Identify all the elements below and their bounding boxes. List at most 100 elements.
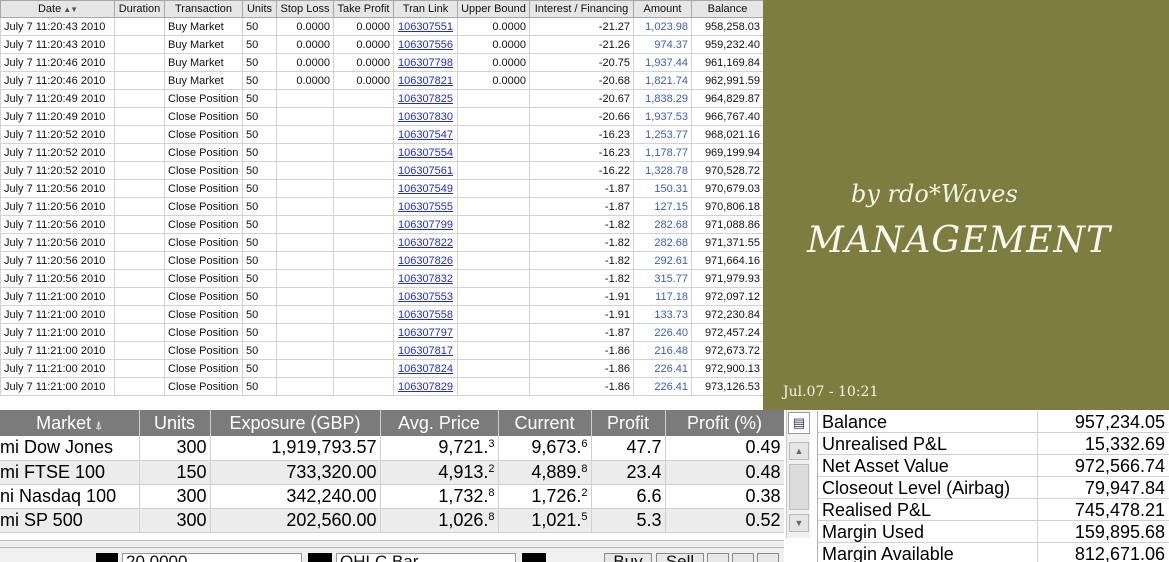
table-row[interactable]: July 7 11:20:43 2010 Buy Market 50 0.0000 0.… [0,17,763,36]
cell-take-profit: 0.0000 [333,17,394,36]
table-row[interactable]: July 7 11:21:00 2010 Close Position 50 1063… [0,359,763,378]
table-row[interactable]: July 7 11:20:52 2010 Close Position 50 1063… [0,161,763,180]
column-header-market[interactable]: Market ⍋ [0,410,140,436]
tran-link[interactable]: 106307558 [393,305,458,324]
scrollbar-thumb[interactable] [789,464,809,510]
cell-upper-bound: 0.0000 [457,71,530,90]
cell-stop-loss [276,359,334,378]
table-row[interactable]: July 7 11:20:49 2010 Close Position 50 1063… [0,89,763,108]
table-row[interactable]: July 7 11:20:46 2010 Buy Market 50 0.0000 0.… [0,53,763,72]
table-row[interactable]: July 7 11:20:46 2010 Buy Market 50 0.0000 0.… [0,71,763,90]
tran-link[interactable]: 106307799 [393,215,458,234]
tran-link[interactable]: 106307798 [393,53,458,72]
tran-link[interactable]: 106307553 [393,287,458,306]
column-header-profit-pct[interactable]: Profit (%) [665,410,784,436]
column-header-duration[interactable]: Duration [114,0,165,18]
tran-link[interactable]: 106307822 [393,233,458,252]
cell-amount: 974.37 [633,35,692,54]
toolbar-button[interactable] [732,553,754,562]
open-positions-table: Market ⍋ Units Exposure (GBP) Avg. Price … [0,410,784,536]
tran-link[interactable]: 106307826 [393,251,458,270]
positions-scrollbar[interactable]: ▤ ▲ ▼ [786,410,810,538]
cell-date: July 7 11:20:56 2010 [0,215,115,234]
toolbar-button[interactable] [707,553,729,562]
tran-link[interactable]: 106307556 [393,35,458,54]
table-row[interactable]: July 7 11:20:49 2010 Close Position 50 1063… [0,107,763,126]
column-header-exposure[interactable]: Exposure (GBP) [210,410,381,436]
tran-link[interactable]: 106307824 [393,359,458,378]
sort-indicator-icon[interactable]: ⍋ [95,418,102,432]
table-row[interactable]: July 7 11:21:00 2010 Close Position 50 1063… [0,341,763,360]
table-row[interactable]: July 7 11:20:52 2010 Close Position 50 1063… [0,125,763,144]
color-swatch[interactable] [308,553,332,562]
sort-arrows-icon[interactable]: ▲▼ [63,5,78,14]
amount-input[interactable]: 20.0000 [122,553,302,562]
cell-upper-bound [457,287,530,306]
table-row[interactable]: July 7 11:20:56 2010 Close Position 50 1063… [0,251,763,270]
tran-link[interactable]: 106307832 [393,269,458,288]
cell-units: 50 [242,107,277,126]
cell-units: 50 [242,269,277,288]
position-row[interactable]: mi FTSE 100 150 733,320.00 4,913.2 4,889.8 23… [0,460,784,485]
column-header-units[interactable]: Units [242,0,277,18]
cell-interest: -1.82 [529,215,634,234]
toolbar-button[interactable] [757,553,779,562]
column-header-take-profit[interactable]: Take Profit [333,0,394,18]
position-row[interactable]: mi SP 500 300 202,560.00 1,026.8 1,021.5 5.3 0… [0,508,784,533]
scroll-down-arrow-icon[interactable]: ▼ [789,514,809,532]
column-header-upper-bound[interactable]: Upper Bound [457,0,530,18]
column-header-amount[interactable]: Amount [633,0,692,18]
table-row[interactable]: July 7 11:20:43 2010 Buy Market 50 0.0000 0.… [0,35,763,54]
cell-duration [114,179,165,198]
column-header-tran-link[interactable]: Tran Link [393,0,458,18]
tran-link[interactable]: 106307555 [393,197,458,216]
column-header-profit[interactable]: Profit [591,410,666,436]
tran-link[interactable]: 106307830 [393,107,458,126]
scroll-up-arrow-icon[interactable]: ▲ [789,442,809,460]
cell-transaction: Close Position [164,287,243,306]
tran-link[interactable]: 106307554 [393,143,458,162]
tran-link[interactable]: 106307561 [393,161,458,180]
table-row[interactable]: July 7 11:20:52 2010 Close Position 50 1063… [0,143,763,162]
tran-link[interactable]: 106307821 [393,71,458,90]
options-menu-icon[interactable]: ▤ [788,412,810,434]
column-header-transaction[interactable]: Transaction [164,0,243,18]
column-header-interest[interactable]: Interest / Financing [529,0,634,18]
table-row[interactable]: July 7 11:20:56 2010 Close Position 50 1063… [0,233,763,252]
position-row[interactable]: ni Nasdaq 100 300 342,240.00 1,732.8 1,726.2… [0,484,784,509]
divider [0,547,784,548]
table-row[interactable]: July 7 11:21:00 2010 Close Position 50 1063… [0,305,763,324]
tran-link[interactable]: 106307825 [393,89,458,108]
color-swatch[interactable] [96,553,118,562]
column-header-current[interactable]: Current [498,410,592,436]
tran-link[interactable]: 106307549 [393,179,458,198]
table-row[interactable]: July 7 11:21:00 2010 Close Position 50 1063… [0,323,763,342]
cell-transaction: Close Position [164,215,243,234]
table-row[interactable]: July 7 11:20:56 2010 Close Position 50 1063… [0,179,763,198]
tran-link[interactable]: 106307817 [393,341,458,360]
position-row[interactable]: mi Dow Jones 300 1,919,793.57 9,721.3 9,673.… [0,436,784,461]
column-header-balance[interactable]: Balance [691,0,763,18]
chart-type-select[interactable]: OHLC Bar [336,553,516,562]
tran-link[interactable]: 106307797 [393,323,458,342]
column-header-date[interactable]: Date ▲▼ [0,0,115,18]
cell-amount: 1,838.29 [633,89,692,108]
column-header-units[interactable]: Units [139,410,211,436]
cell-interest: -20.66 [529,107,634,126]
table-row[interactable]: July 7 11:20:56 2010 Close Position 50 1063… [0,269,763,288]
color-swatch[interactable] [522,553,546,562]
cell-duration [114,323,165,342]
tran-link[interactable]: 106307829 [393,377,458,396]
table-row[interactable]: July 7 11:20:56 2010 Close Position 50 1063… [0,215,763,234]
table-row[interactable]: July 7 11:21:00 2010 Close Position 50 1063… [0,377,763,396]
tran-link[interactable]: 106307551 [393,17,458,36]
sell-button[interactable]: Sell [656,553,704,562]
buy-button[interactable]: Buy [604,553,652,562]
table-row[interactable]: July 7 11:21:00 2010 Close Position 50 1063… [0,287,763,306]
table-row[interactable]: July 7 11:20:56 2010 Close Position 50 1063… [0,197,763,216]
column-header-avg-price[interactable]: Avg. Price [380,410,499,436]
cell-transaction: Close Position [164,179,243,198]
tran-link[interactable]: 106307547 [393,125,458,144]
account-row: Margin Available 812,671.06 [818,543,1169,562]
column-header-stop-loss[interactable]: Stop Loss [276,0,334,18]
